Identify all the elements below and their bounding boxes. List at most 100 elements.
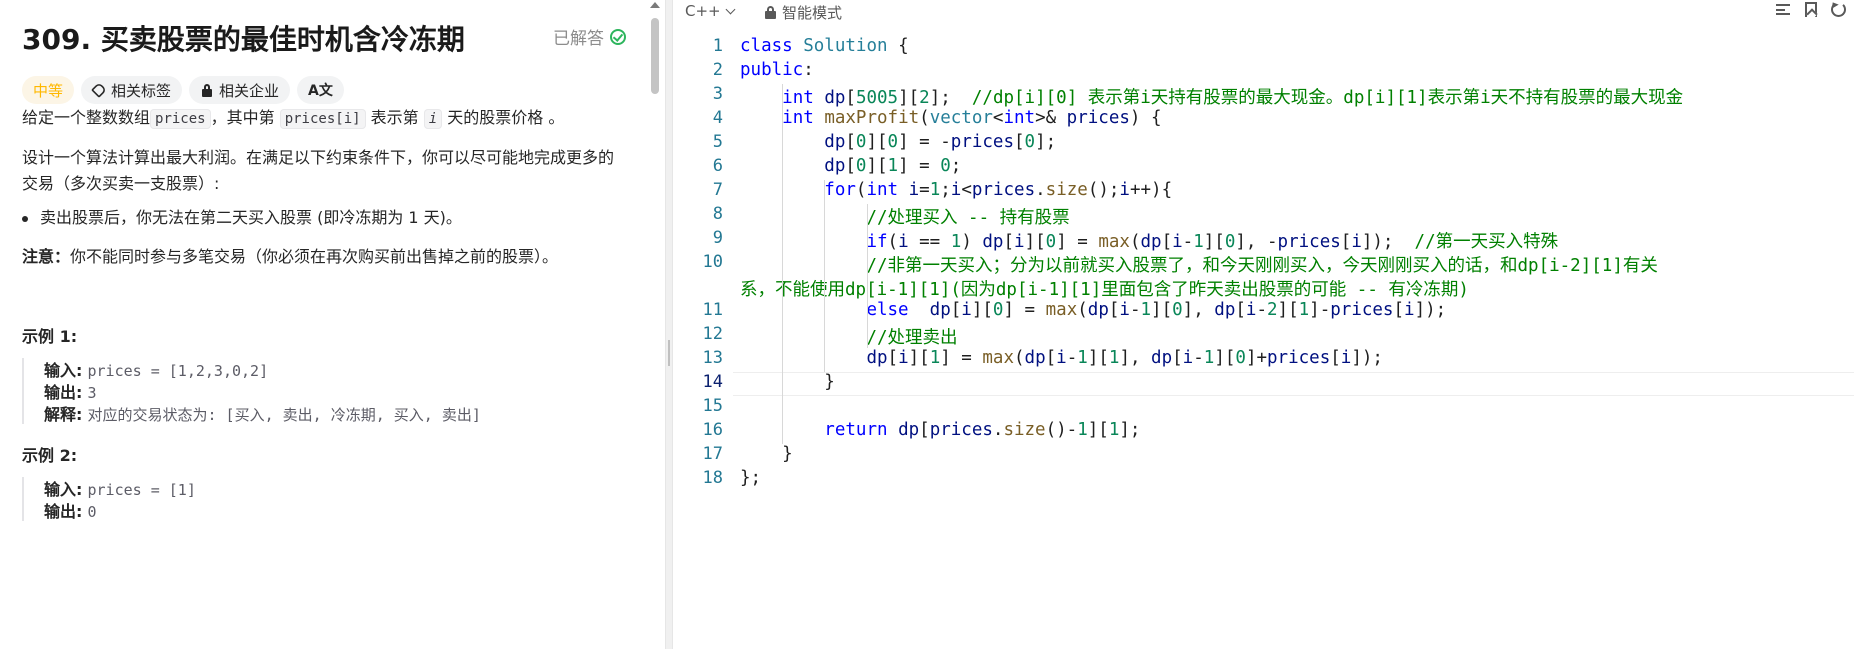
- language-select[interactable]: C++: [685, 2, 736, 20]
- panel-resize-handle[interactable]: [665, 0, 673, 649]
- translate-button[interactable]: A文: [297, 76, 344, 104]
- example-2-title: 示例 2:: [22, 446, 78, 465]
- code-token: ][: [908, 348, 930, 368]
- example-1-explain: 对应的交易状态为: [买入, 卖出, 冷冻期, 买入, 卖出]: [87, 406, 481, 424]
- code-line[interactable]: else dp[i][0] = max(dp[i-1][0], dp[i-2][…: [740, 300, 1446, 320]
- code-token: ) {: [1129, 108, 1162, 128]
- bookmark-icon[interactable]: [1805, 2, 1817, 17]
- description-scrollbar[interactable]: [649, 0, 661, 649]
- code-line[interactable]: }: [740, 444, 793, 464]
- code-token: 0: [1045, 232, 1057, 252]
- code-line[interactable]: //处理卖出: [740, 324, 957, 349]
- code-line[interactable]: class Solution {: [740, 36, 909, 56]
- code-token: ], -: [1235, 232, 1278, 252]
- code-token: i: [1014, 232, 1025, 252]
- code-token: ],: [1119, 348, 1152, 368]
- indent-guide: [824, 180, 826, 372]
- lock-icon: [200, 83, 214, 97]
- example-2-block: 输入: prices = [1] 输出: 0: [22, 477, 622, 521]
- code-line[interactable]: dp[0][0] = -prices[0];: [740, 132, 1056, 152]
- code-token: 1: [1108, 420, 1120, 440]
- code-token: dp: [824, 132, 846, 152]
- code-token: (: [1014, 348, 1025, 368]
- code-token: prices: [950, 132, 1014, 152]
- code-line[interactable]: int dp[5005][2]; //dp[i][0] 表示第i天持有股票的最大…: [740, 84, 1683, 109]
- problem-title[interactable]: 309. 买卖股票的最佳时机含冷冻期: [22, 18, 465, 58]
- bullet-text: 卖出股票后，你无法在第二天买入股票 (即冷冻期为 1 天)。: [40, 208, 462, 227]
- code-token: ][: [1214, 348, 1236, 368]
- code-line[interactable]: public:: [740, 60, 814, 80]
- code-token: class: [740, 36, 793, 56]
- code-line[interactable]: if(i == 1) dp[i][0] = max(dp[i-1][0], -p…: [740, 228, 1558, 253]
- code-line[interactable]: dp[0][1] = 0;: [740, 156, 961, 176]
- code-token: i: [898, 232, 909, 252]
- code-token: [: [1340, 232, 1352, 252]
- reset-code-icon[interactable]: [1831, 2, 1846, 17]
- desc-var-i: i: [423, 109, 443, 129]
- code-token: i: [1172, 232, 1183, 252]
- code-token: >&: [1035, 108, 1067, 128]
- code-token: 1: [929, 348, 941, 368]
- code-token: 5005: [855, 88, 899, 108]
- example-2-output: 0: [87, 503, 97, 521]
- note-text: 你不能同时参与多笔交易（你必须在再次购买前出售掉之前的股票）。: [70, 247, 559, 266]
- code-line[interactable]: for(int i=1;i<prices.size();i++){: [740, 180, 1172, 200]
- code-line[interactable]: 系，不能使用dp[i-1][1](因为dp[i-1][1]里面包含了昨天卖出股票…: [740, 276, 1469, 301]
- related-companies-label: 相关企业: [219, 81, 280, 100]
- current-line-highlight: [733, 372, 1854, 396]
- code-token: <: [992, 108, 1004, 128]
- smart-mode-label: 智能模式: [782, 4, 843, 22]
- code-token: int: [782, 88, 814, 108]
- smart-mode-toggle[interactable]: 智能模式: [765, 2, 842, 23]
- scroll-up-arrow-icon[interactable]: [650, 2, 660, 8]
- code-token: ] =: [898, 156, 941, 176]
- code-line[interactable]: }: [740, 372, 835, 392]
- code-token: i: [961, 300, 972, 320]
- code-token: 0: [1172, 300, 1183, 320]
- code-line[interactable]: };: [740, 468, 761, 488]
- code-token: .: [1035, 180, 1046, 200]
- example-2-input-label: 输入:: [44, 480, 83, 499]
- code-token: [: [1014, 132, 1025, 152]
- code-line[interactable]: //处理买入 -- 持有股票: [740, 204, 1069, 229]
- scrollbar-thumb[interactable]: [651, 18, 659, 94]
- desc-text-b: ，其中第: [210, 108, 280, 127]
- code-token: //非第一天买入；分为以前就买入股票了，和今天刚刚买入，今天刚刚买入的话，和dp…: [866, 256, 1658, 276]
- code-token: (: [855, 180, 867, 200]
- code-token: 0: [855, 156, 867, 176]
- solved-status: 已解答: [553, 24, 626, 49]
- desc-code-prices-i: prices[i]: [279, 109, 366, 129]
- code-token: ]);: [1414, 300, 1447, 320]
- code-token: dp: [898, 420, 920, 440]
- code-token: ];: [929, 88, 972, 108]
- code-token: ][: [971, 300, 993, 320]
- code-line[interactable]: return dp[prices.size()-1][1];: [740, 420, 1140, 440]
- code-token: dp: [1151, 348, 1173, 368]
- code-line[interactable]: int maxProfit(vector<int>& prices) {: [740, 108, 1162, 128]
- code-line[interactable]: //非第一天买入；分为以前就买入股票了，和今天刚刚买入，今天刚刚买入的话，和dp…: [740, 252, 1658, 277]
- code-area[interactable]: 1 2 3 4 5 6 7 8 9 10 11 12 13 14 15 16 17 18 class Soluti…: [673, 36, 1854, 649]
- note-paragraph: 注意：你不能同时参与多笔交易（你必须在再次购买前出售掉之前的股票）。: [22, 244, 622, 270]
- code-token: 1: [887, 156, 899, 176]
- code-token: max: [982, 348, 1014, 368]
- note-label: 注意：: [22, 247, 71, 266]
- related-companies-button[interactable]: 相关企业: [189, 76, 291, 104]
- code-token: :: [803, 60, 814, 80]
- code-token: dp: [1024, 348, 1046, 368]
- code-token: .: [992, 420, 1004, 440]
- code-token: 1: [1193, 232, 1204, 252]
- code-line[interactable]: dp[i][1] = max(dp[i-1][1], dp[i-1][0]+pr…: [740, 348, 1383, 368]
- code-token: int: [1003, 108, 1036, 128]
- code-token: -: [1129, 300, 1141, 320]
- check-circle-icon: [610, 28, 626, 45]
- code-token: dp: [866, 348, 888, 368]
- code-token: 1: [1108, 348, 1120, 368]
- code-token: ()-: [1045, 420, 1078, 440]
- code-token: ++){: [1129, 180, 1173, 200]
- format-code-icon[interactable]: [1775, 2, 1791, 18]
- line-number: 18: [702, 468, 723, 488]
- code-token: i: [1404, 300, 1415, 320]
- line-number: 17: [702, 444, 723, 464]
- related-tags-button[interactable]: 相关标签: [81, 76, 183, 104]
